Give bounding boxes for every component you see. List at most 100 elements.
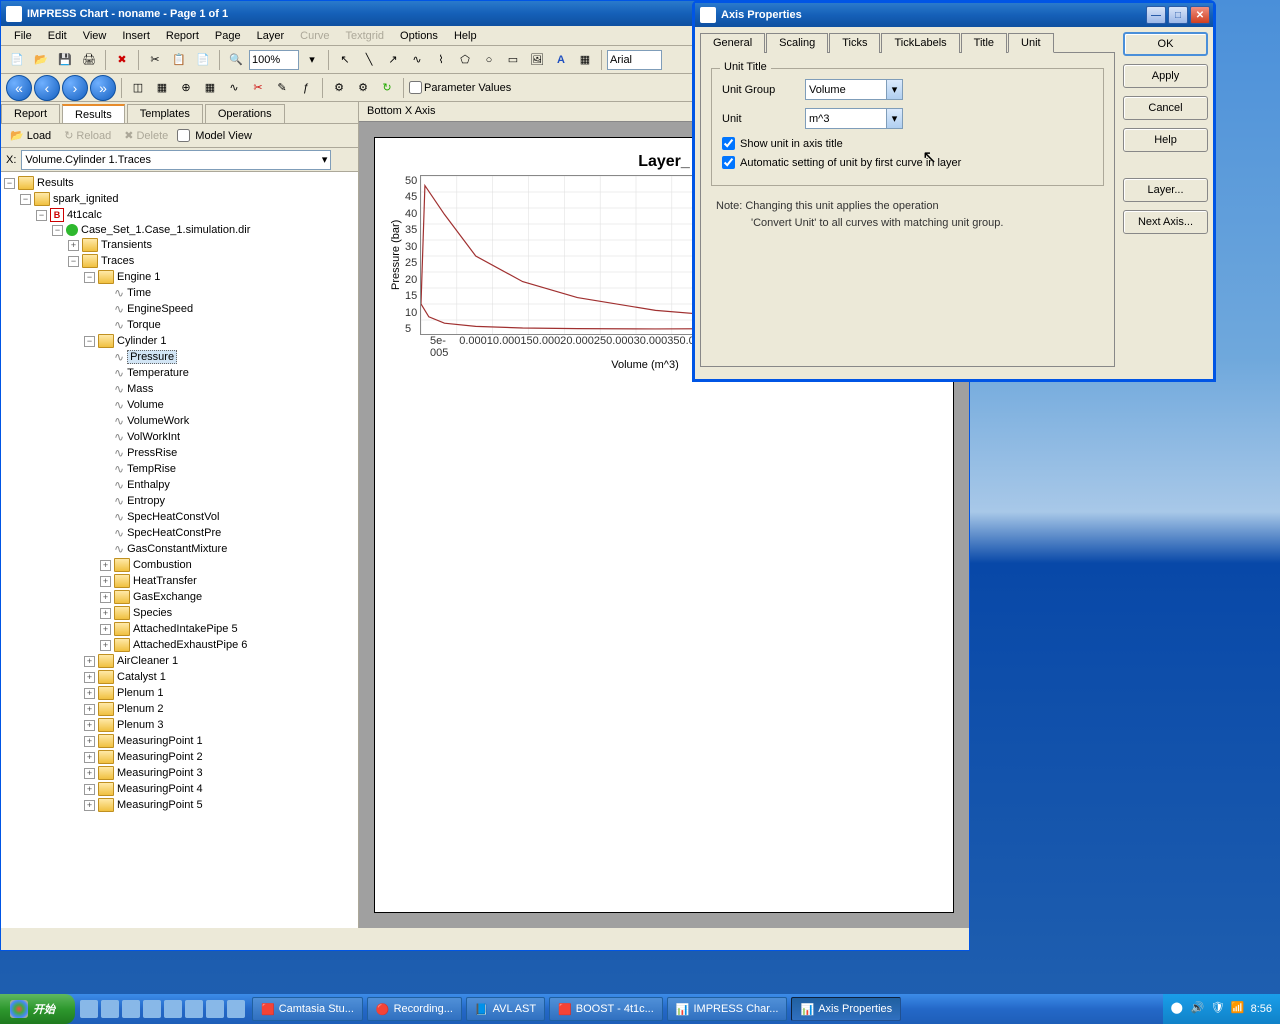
tree-node[interactable]: +Catalyst 1 [4, 669, 355, 685]
ok-button[interactable]: OK [1123, 32, 1208, 56]
tree-node[interactable]: −Engine 1 [4, 269, 355, 285]
close-icon[interactable]: ✕ [1190, 6, 1210, 24]
cancel-button[interactable]: Cancel [1123, 96, 1208, 120]
tree-node[interactable]: ∿TempRise [4, 461, 355, 477]
nav-next-icon[interactable]: › [62, 75, 88, 101]
delete-button[interactable]: ✖Delete [120, 127, 172, 144]
tool-fx-icon[interactable]: ƒ [295, 77, 317, 99]
tree-node[interactable]: ∿EngineSpeed [4, 301, 355, 317]
tree-node[interactable]: ∿Temperature [4, 365, 355, 381]
new-icon[interactable]: 📄 [6, 49, 28, 71]
text-icon[interactable]: A [550, 49, 572, 71]
dialog-titlebar[interactable]: Axis Properties — □ ✕ [695, 3, 1213, 27]
tree-node[interactable]: ∿PressRise [4, 445, 355, 461]
tree-node[interactable]: ∿VolumeWork [4, 413, 355, 429]
minimize-icon[interactable]: — [1146, 6, 1166, 24]
ellipse-icon[interactable]: ○ [478, 49, 500, 71]
delete-icon[interactable]: ✖ [111, 49, 133, 71]
tab-results[interactable]: Results [62, 104, 125, 123]
save-icon[interactable]: 💾 [54, 49, 76, 71]
task-recording[interactable]: 🔴Recording... [367, 997, 462, 1021]
tree-node[interactable]: +MeasuringPoint 5 [4, 797, 355, 813]
auto-unit-checkbox[interactable] [722, 156, 735, 169]
tool-gear1-icon[interactable]: ⚙ [328, 77, 350, 99]
tool-refresh-icon[interactable]: ↻ [376, 77, 398, 99]
ql-app3-icon[interactable] [164, 1000, 182, 1018]
tree-node[interactable]: +AirCleaner 1 [4, 653, 355, 669]
tab-templates[interactable]: Templates [127, 104, 203, 123]
param-values-checkbox[interactable] [409, 81, 422, 94]
tree-node[interactable]: −Results [4, 175, 355, 191]
menu-insert[interactable]: Insert [114, 28, 158, 44]
tree-node[interactable]: ∿SpecHeatConstPre [4, 525, 355, 541]
task-impress[interactable]: 📊IMPRESS Char... [667, 997, 788, 1021]
reload-button[interactable]: ↻Reload [60, 127, 115, 144]
tab-ticks[interactable]: Ticks [829, 33, 880, 53]
open-icon[interactable]: 📂 [30, 49, 52, 71]
paste-icon[interactable]: 📄 [192, 49, 214, 71]
unit-group-combo[interactable]: Volume ▾ [805, 79, 903, 100]
tree-node[interactable]: ∿Time [4, 285, 355, 301]
tree-node[interactable]: −Cylinder 1 [4, 333, 355, 349]
tree-node[interactable]: ∿Enthalpy [4, 477, 355, 493]
tree-node[interactable]: ∿GasConstantMixture [4, 541, 355, 557]
tree-node[interactable]: +Plenum 2 [4, 701, 355, 717]
tool-wave-icon[interactable]: ∿ [223, 77, 245, 99]
tool-a-icon[interactable]: ◫ [127, 77, 149, 99]
tree-node[interactable]: ∿Entropy [4, 493, 355, 509]
nav-last-icon[interactable]: » [90, 75, 116, 101]
tree-node[interactable]: +Plenum 3 [4, 717, 355, 733]
unit-combo[interactable]: m^3 ▾ [805, 108, 903, 129]
tree-node[interactable]: ∿Volume [4, 397, 355, 413]
tool-cut-icon[interactable]: ✂ [247, 77, 269, 99]
tree-node[interactable]: ∿Mass [4, 381, 355, 397]
system-tray[interactable]: ⬤ 🔊 🛡 📶 8:56 [1163, 994, 1280, 1024]
tree-node[interactable]: +MeasuringPoint 3 [4, 765, 355, 781]
tree-node[interactable]: ∿SpecHeatConstVol [4, 509, 355, 525]
tree-node[interactable]: +Species [4, 605, 355, 621]
ql-ie-icon[interactable] [80, 1000, 98, 1018]
show-unit-checkbox[interactable] [722, 137, 735, 150]
next-axis-button[interactable]: Next Axis... [1123, 210, 1208, 234]
tree-node[interactable]: +Transients [4, 237, 355, 253]
tray-icon-4[interactable]: 📶 [1231, 1001, 1247, 1017]
menu-page[interactable]: Page [207, 28, 249, 44]
tab-operations[interactable]: Operations [205, 104, 285, 123]
menu-options[interactable]: Options [392, 28, 446, 44]
ql-app2-icon[interactable] [143, 1000, 161, 1018]
zoom-input[interactable] [249, 50, 299, 70]
tree-node[interactable]: +Plenum 1 [4, 685, 355, 701]
rect-icon[interactable]: ▭ [502, 49, 524, 71]
help-button[interactable]: Help [1123, 128, 1208, 152]
maximize-icon[interactable]: □ [1168, 6, 1188, 24]
print-icon[interactable]: 🖨 [78, 49, 100, 71]
clock[interactable]: 8:56 [1251, 1003, 1272, 1015]
ql-chrome-icon[interactable] [101, 1000, 119, 1018]
tab-unit[interactable]: Unit [1008, 33, 1054, 53]
tree-node[interactable]: ∿VolWorkInt [4, 429, 355, 445]
layer-button[interactable]: Layer... [1123, 178, 1208, 202]
tree-node[interactable]: +AttachedIntakePipe 5 [4, 621, 355, 637]
tool-edit-icon[interactable]: ✎ [271, 77, 293, 99]
font-input[interactable] [607, 50, 662, 70]
tray-icon-3[interactable]: 🛡 [1211, 1001, 1227, 1017]
tray-icon-1[interactable]: ⬤ [1171, 1001, 1187, 1017]
tree-node[interactable]: +HeatTransfer [4, 573, 355, 589]
menu-help[interactable]: Help [446, 28, 485, 44]
model-view-checkbox[interactable] [177, 129, 190, 142]
tree-node[interactable]: +Combustion [4, 557, 355, 573]
tray-icon-2[interactable]: 🔊 [1191, 1001, 1207, 1017]
picture-icon[interactable]: 🖼 [526, 49, 548, 71]
tool-target-icon[interactable]: ⊕ [175, 77, 197, 99]
nav-prev-icon[interactable]: ‹ [34, 75, 60, 101]
polygon-icon[interactable]: ⬠ [454, 49, 476, 71]
tab-general[interactable]: General [700, 33, 765, 53]
tree-node[interactable]: ∿Torque [4, 317, 355, 333]
x-combo[interactable]: Volume.Cylinder 1.Traces ▾ [21, 150, 331, 170]
tree-node[interactable]: +MeasuringPoint 4 [4, 781, 355, 797]
zoom-dropdown-icon[interactable]: ▾ [301, 49, 323, 71]
load-button[interactable]: 📂Load [6, 127, 55, 144]
menu-curve[interactable]: Curve [292, 28, 337, 44]
tree-node[interactable]: +MeasuringPoint 1 [4, 733, 355, 749]
tree-node[interactable]: −spark_ignited [4, 191, 355, 207]
